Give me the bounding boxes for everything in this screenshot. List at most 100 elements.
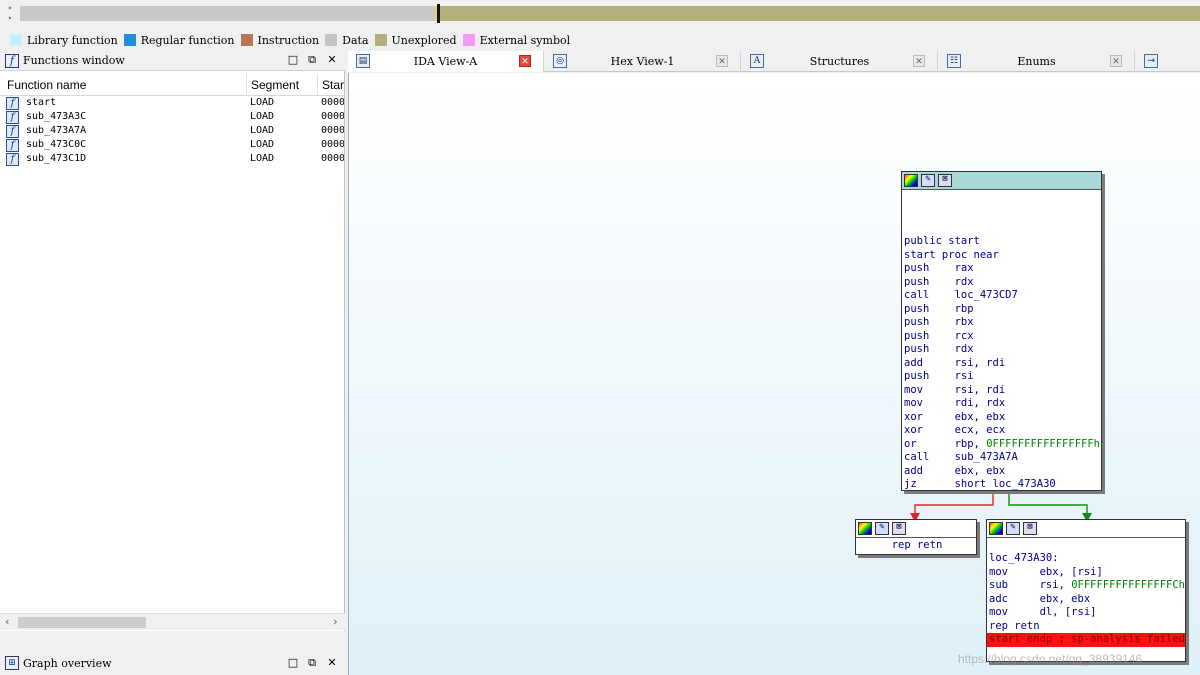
nav-scroll-arrows[interactable]: ▸ ▸ [8,3,18,23]
group-nodes-icon[interactable]: ⊠ [938,174,952,187]
scroll-left-icon[interactable]: ‹ [4,615,11,628]
horizontal-scrollbar[interactable]: ‹ › [0,613,345,630]
asm-line-sub[interactable]: sub rsi, 0FFFFFFFFFFFFFFFCh [987,579,1185,593]
group-nodes-icon[interactable]: ⊠ [892,522,906,535]
scrollbar-thumb[interactable] [18,617,146,628]
close-tab-icon[interactable]: ✕ [519,55,531,67]
legend-item-data: Data [325,34,369,47]
float-icon[interactable]: ⧉ [305,656,319,670]
main-code-block[interactable]: ✎ ⊠ public start start proc near push ra… [901,171,1102,491]
function-icon: f [6,153,19,166]
asm-line[interactable]: adc ebx, ebx [987,593,1185,607]
function-icon: f [6,125,19,138]
functions-window-titlebar: f Functions window □ ⧉ ✕ [0,51,345,71]
function-row[interactable]: f sub_473A7A LOAD 0000 [0,125,345,139]
asm-line[interactable]: mov rdi, rdx [902,397,1101,411]
function-icon: f [6,97,19,110]
rename-icon[interactable]: ✎ [921,174,935,187]
asm-line[interactable]: mov rsi, rdi [902,384,1101,398]
legend-swatch [462,34,475,46]
function-segment: LOAD [250,153,275,164]
asm-line[interactable]: mov dl, [rsi] [987,606,1185,620]
tab-hex-view-1[interactable]: ◎ Hex View-1 ✕ [545,51,741,72]
legend-swatch [123,34,136,46]
asm-line[interactable]: push rbx [902,316,1101,330]
color-palette-icon[interactable] [904,174,918,187]
navigation-band[interactable]: ▸ ▸ [0,0,1200,28]
asm-line-or[interactable]: or rbp, 0FFFFFFFFFFFFFFFFh [902,438,1101,452]
restore-icon[interactable]: □ [286,656,300,670]
legend-swatch [374,34,387,46]
asm-line[interactable]: call loc_473CD7 [902,289,1101,303]
asm-line[interactable]: push rdx [902,276,1101,290]
close-tab-icon[interactable]: ✕ [1110,55,1122,67]
tab-structures[interactable]: A Structures ✕ [742,51,938,72]
asm-line[interactable]: mov ebx, [rsi] [987,566,1185,580]
functions-window-title: Functions window [23,54,125,67]
block-header: ✎ ⊠ [902,172,1101,190]
asm-line[interactable]: rep retn [987,620,1185,634]
graph-overview-titlebar: ⊞ Graph overview □ ⧉ ✕ [0,653,345,675]
sp-analysis-failed-line[interactable]: start endp ; sp-analysis failed [987,633,1185,647]
column-header-start[interactable]: Star [322,78,344,92]
column-header-function-name[interactable]: Function name [7,78,86,92]
close-tab-icon[interactable]: ✕ [716,55,728,67]
function-row[interactable]: f sub_473C0C LOAD 0000 [0,139,345,153]
watermark: https://blog.csdn.net/qq_38939146 [958,652,1143,666]
functions-window: f Functions window □ ⧉ ✕ Function name S… [0,51,345,631]
function-name: sub_473A7A [26,125,87,136]
close-icon[interactable]: ✕ [325,656,339,670]
legend-swatch [240,34,253,46]
ida-graph-view[interactable]: ✎ ⊠ public start start proc near push ra… [348,73,1200,675]
asm-line[interactable]: call sub_473A7A [902,451,1101,465]
asm-line[interactable]: start proc near [902,249,1101,263]
group-nodes-icon[interactable]: ⊠ [1023,522,1037,535]
asm-line[interactable]: rep retn [856,538,976,552]
scroll-right-icon[interactable]: › [332,615,339,628]
legend-item-unexplored: Unexplored [374,34,457,47]
asm-line[interactable]: push rax [902,262,1101,276]
asm-label[interactable]: loc_473A30: [987,552,1185,566]
legend-item-external-symbol: External symbol [462,34,570,47]
float-icon[interactable]: ⧉ [305,53,319,67]
asm-line[interactable]: xor ebx, ebx [902,411,1101,425]
asm-line[interactable]: add ebx, ebx [902,465,1101,479]
column-header-segment[interactable]: Segment [251,78,299,92]
asm-line[interactable]: push rdx [902,343,1101,357]
asm-line[interactable]: push rsi [902,370,1101,384]
rep-retn-block[interactable]: ✎ ⊠ rep retn [855,519,977,555]
true-branch-edge [1008,492,1088,519]
rename-icon[interactable]: ✎ [875,522,889,535]
function-row[interactable]: f sub_473C1D LOAD 0000 [0,153,345,167]
function-row[interactable]: f sub_473A3C LOAD 0000 [0,111,345,125]
asm-line[interactable]: push rbp [902,303,1101,317]
asm-line[interactable]: public start [902,235,1101,249]
legend-item-library-function: Library function [10,34,118,47]
function-name: sub_473C0C [26,139,87,150]
function-start: 0000 [321,139,344,150]
tab-enums[interactable]: ☷ Enums ✕ [939,51,1135,72]
asm-line[interactable]: add rsi, rdi [902,357,1101,371]
navigation-bar[interactable] [20,4,1200,23]
color-palette-icon[interactable] [989,522,1003,535]
nav-cursor[interactable] [437,4,440,23]
asm-immediate: 0FFFFFFFFFFFFFFFFh [986,437,1100,450]
tab-imports[interactable]: ⇥ [1136,51,1200,72]
function-icon: f [6,139,19,152]
rename-icon[interactable]: ✎ [1006,522,1020,535]
function-icon: f [5,54,19,68]
asm-line[interactable]: xor ecx, ecx [902,424,1101,438]
function-segment: LOAD [250,97,275,108]
close-icon[interactable]: ✕ [325,53,339,67]
close-tab-icon[interactable]: ✕ [913,55,925,67]
color-palette-icon[interactable] [858,522,872,535]
graph-overview-icon: ⊞ [5,656,19,670]
tab-ida-view-a[interactable]: ▤ IDA View-A ✕ [348,51,544,72]
restore-icon[interactable]: □ [286,53,300,67]
block-header: ✎ ⊠ [856,520,976,538]
imports-icon: ⇥ [1144,54,1158,68]
asm-line[interactable]: push rcx [902,330,1101,344]
asm-line[interactable]: jz short loc_473A30 [902,478,1101,492]
function-row[interactable]: f start LOAD 0000 [0,97,345,111]
loc-473a30-block[interactable]: ✎ ⊠ loc_473A30: mov ebx, [rsi] sub rsi, … [986,519,1186,662]
